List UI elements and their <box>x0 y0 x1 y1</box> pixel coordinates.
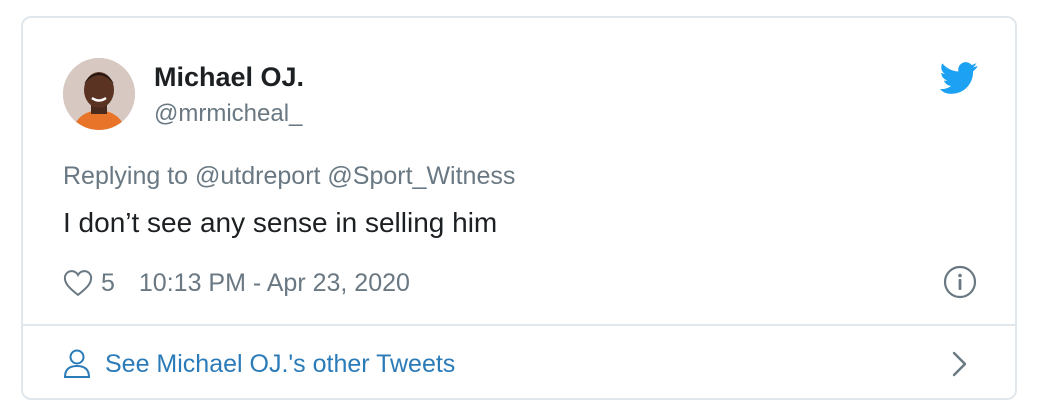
divider <box>23 324 1015 326</box>
tweet-card: Michael OJ. @mrmicheal_ Replying to @utd… <box>21 16 1017 400</box>
person-icon <box>63 349 91 378</box>
author-handle[interactable]: @mrmicheal_ <box>154 100 302 128</box>
chevron-right-icon[interactable] <box>950 349 970 379</box>
heart-icon[interactable] <box>63 269 93 297</box>
see-other-tweets-label[interactable]: See Michael OJ.'s other Tweets <box>105 350 455 379</box>
avatar[interactable] <box>63 58 135 130</box>
tweet-text: I don’t see any sense in selling him <box>63 207 498 238</box>
replying-to[interactable]: Replying to @utdreport @Sport_Witness <box>63 160 515 192</box>
tweet-meta: 5 10:13 PM - Apr 23, 2020 <box>63 266 410 300</box>
timestamp[interactable]: 10:13 PM - Apr 23, 2020 <box>139 269 410 298</box>
twitter-bird-icon[interactable] <box>940 62 978 94</box>
see-other-tweets-link[interactable]: See Michael OJ.'s other Tweets <box>63 344 455 384</box>
info-icon[interactable] <box>943 265 977 299</box>
like-count[interactable]: 5 <box>101 269 115 298</box>
author-name[interactable]: Michael OJ. <box>154 62 304 92</box>
